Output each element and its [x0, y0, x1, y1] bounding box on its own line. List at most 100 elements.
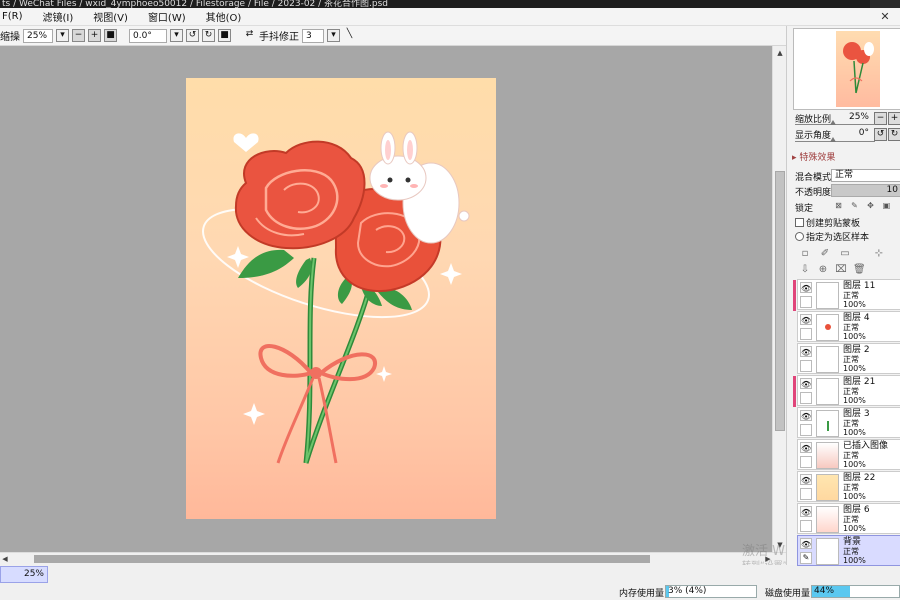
flip-icon[interactable]: ⇄ — [243, 29, 256, 42]
layer-select-box[interactable] — [800, 456, 812, 468]
layer-select-box[interactable] — [800, 424, 812, 436]
rotate-reset-icon[interactable]: ■ — [218, 29, 231, 42]
selection-source-option[interactable]: 指定为选区样本 — [795, 230, 869, 243]
eye-icon[interactable]: 👁 — [800, 346, 812, 357]
opacity-label: 不透明度 — [795, 188, 832, 198]
navigator-preview[interactable] — [793, 28, 900, 110]
layer-select-box[interactable] — [800, 488, 812, 500]
layer-name: 图层 22 — [843, 473, 876, 483]
title-bar-controls[interactable] — [870, 0, 900, 8]
layer-select-box[interactable] — [800, 392, 812, 404]
new-layer-icon[interactable]: ▫ — [799, 248, 811, 260]
nav-zoom-slider-handle[interactable] — [830, 120, 836, 125]
layer-list: 👁 图层 11 正常 100% 👁 图层 4 正常 100% 👁 图层 2 正常… — [793, 278, 900, 566]
clip-mask-option[interactable]: 创建剪贴蒙板 — [795, 216, 860, 229]
lock-move-icon[interactable]: ✥ — [865, 200, 876, 211]
menu-item-window[interactable]: 窗口(W) — [138, 9, 196, 24]
eye-icon[interactable]: 👁 — [800, 538, 812, 549]
layer-edit-icon[interactable]: ✎ — [800, 552, 812, 564]
layer-name: 背景 — [843, 537, 862, 547]
lock-icon[interactable]: ▣ — [881, 200, 892, 211]
layer-row[interactable]: 👁 图层 3 正常 100% — [797, 407, 900, 438]
layer-row[interactable]: 👁 图层 22 正常 100% — [797, 471, 900, 502]
rotate-right-icon[interactable]: ↻ — [202, 29, 215, 42]
menu-item-filter[interactable]: 滤镜(I) — [33, 9, 84, 24]
zoom-dropdown-icon[interactable]: ▾ — [56, 29, 69, 42]
eye-icon[interactable]: 👁 — [800, 410, 812, 421]
close-icon[interactable]: ✕ — [878, 10, 892, 23]
layer-row[interactable]: 👁 图层 2 正常 100% — [797, 343, 900, 374]
eye-icon[interactable]: 👁 — [800, 506, 812, 517]
layer-thumbnail — [816, 474, 839, 501]
memory-usage-bar: 3% (4%) — [665, 585, 757, 598]
clear-layer-icon[interactable]: ⌧ — [835, 264, 847, 276]
nav-zoom-plus-icon[interactable]: + — [888, 112, 900, 125]
blend-mode-select[interactable]: 正常 — [831, 169, 900, 182]
layer-mode: 正常 — [843, 451, 859, 460]
lock-paint-icon[interactable]: ✎ — [849, 200, 860, 211]
status-zoom[interactable]: 25% — [0, 566, 48, 583]
vertical-scroll-thumb[interactable] — [775, 171, 785, 431]
nav-rotate-right-icon[interactable]: ↻ — [888, 128, 900, 141]
layer-row[interactable]: 👁 图层 4 正常 100% — [797, 311, 900, 342]
layer-options-icon[interactable]: ⊹ — [873, 248, 885, 260]
plus-icon[interactable]: + — [88, 29, 101, 42]
angle-dropdown-icon[interactable]: ▾ — [170, 29, 183, 42]
nav-angle-slider-handle[interactable] — [830, 137, 836, 142]
layer-opacity: 100% — [843, 492, 866, 501]
eye-icon[interactable]: 👁 — [800, 378, 812, 389]
nav-zoom-minus-icon[interactable]: − — [874, 112, 887, 125]
menu-item-view[interactable]: 视图(V) — [83, 9, 138, 24]
layer-mode: 正常 — [843, 419, 859, 428]
minus-icon[interactable]: − — [72, 29, 85, 42]
horizontal-scroll-thumb[interactable] — [34, 555, 650, 563]
reset-icon[interactable]: ■ — [104, 29, 117, 42]
layer-select-box[interactable] — [800, 360, 812, 372]
stabilizer-input[interactable]: 3 — [302, 28, 324, 43]
layer-mode: 正常 — [843, 355, 859, 364]
opacity-slider[interactable]: 10 — [831, 184, 900, 197]
scroll-up-icon[interactable]: ▲ — [775, 48, 785, 58]
angle-input[interactable]: 0.0° — [129, 28, 167, 43]
vertical-scrollbar[interactable]: ▲ ▼ — [772, 46, 786, 552]
drawing-canvas[interactable] — [186, 78, 496, 519]
layer-row[interactable]: 👁 已插入图像 正常 100% — [797, 439, 900, 470]
fx-header[interactable]: ▸ 特殊效果 — [792, 152, 900, 165]
eye-icon[interactable]: 👁 — [800, 282, 812, 293]
delete-icon[interactable]: 🗑 — [853, 264, 866, 276]
new-linework-layer-icon[interactable]: ✐ — [819, 248, 831, 260]
zoom-input[interactable]: 25% — [23, 28, 53, 43]
merge-down-icon[interactable]: ⊕ — [817, 264, 829, 276]
nav-rotate-left-icon[interactable]: ↺ — [874, 128, 887, 141]
stabilizer-dropdown-icon[interactable]: ▾ — [327, 29, 340, 42]
layer-row[interactable]: 👁 图层 6 正常 100% — [797, 503, 900, 534]
layer-row[interactable]: 👁 图层 21 正常 100% — [793, 375, 900, 407]
toolbar: 缩操 25% ▾ − + ■ 0.0° ▾ ↺ ↻ ■ ⇄ 手抖修正 3 ▾ ╲ — [0, 26, 900, 46]
navigator-thumbnail[interactable] — [836, 31, 880, 107]
menu-item-layer[interactable]: F(R) — [0, 11, 33, 22]
layer-row-selected[interactable]: 👁 ✎ 背景 正常 100% — [797, 535, 900, 566]
nav-angle-label: 显示角度 — [795, 131, 832, 141]
layer-select-box[interactable] — [800, 520, 812, 532]
lock-transparency-icon[interactable]: ⊠ — [833, 200, 844, 211]
layer-thumbnail — [816, 346, 839, 373]
new-folder-icon[interactable]: ▭ — [839, 248, 851, 260]
layer-select-box[interactable] — [800, 296, 812, 308]
layer-name: 图层 2 — [843, 345, 870, 355]
selection-source-radio[interactable] — [795, 232, 804, 241]
horizontal-scrollbar[interactable]: ◀ ▶ — [0, 552, 786, 565]
line-icon[interactable]: ╲ — [343, 29, 356, 42]
eye-icon[interactable]: 👁 — [800, 474, 812, 485]
layer-select-box[interactable] — [800, 328, 812, 340]
eye-icon[interactable]: 👁 — [800, 442, 812, 453]
navigator-artwork — [843, 42, 874, 94]
scroll-left-icon[interactable]: ◀ — [0, 553, 10, 565]
transfer-down-icon[interactable]: ⇩ — [799, 264, 811, 276]
layer-mode: 正常 — [843, 323, 859, 332]
eye-icon[interactable]: 👁 — [800, 314, 812, 325]
blend-mode-label: 混合模式 — [795, 173, 832, 183]
rotate-left-icon[interactable]: ↺ — [186, 29, 199, 42]
menu-item-other[interactable]: 其他(O) — [196, 9, 252, 24]
clip-mask-checkbox[interactable] — [795, 218, 804, 227]
layer-row[interactable]: 👁 图层 11 正常 100% — [793, 279, 900, 311]
